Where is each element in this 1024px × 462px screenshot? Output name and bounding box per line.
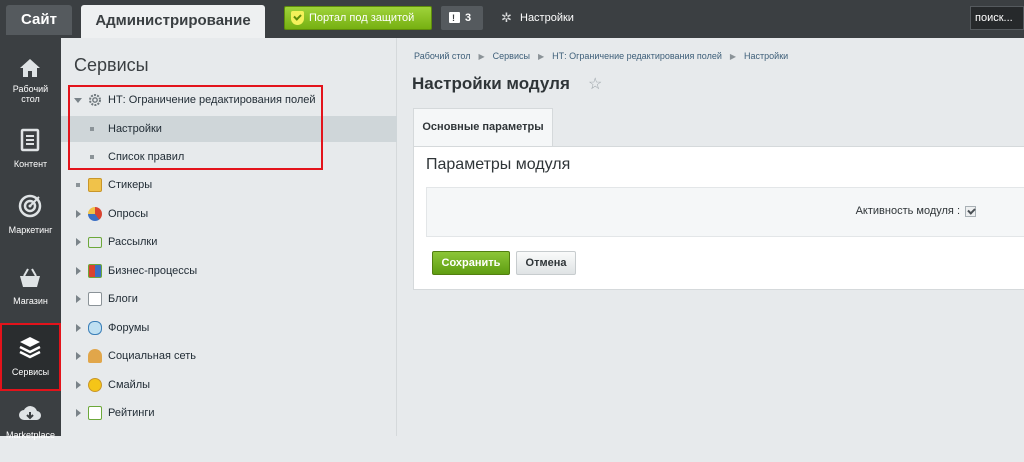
nav-marketing-label: Маркетинг (8, 225, 53, 235)
breadcrumb-separator-icon: ▶ (478, 52, 485, 61)
settings-link[interactable]: ✲ Настройки (500, 6, 574, 30)
nav-shop-label: Магазин (13, 296, 48, 306)
page-title: Настройки модуля (412, 74, 570, 93)
menu-item-label: Стикеры (108, 179, 153, 191)
chevron-right-icon[interactable] (76, 267, 81, 275)
bullet-icon (76, 183, 80, 187)
menu-item-label: Форумы (108, 322, 150, 334)
breadcrumb-item[interactable]: Настройки (744, 51, 788, 61)
tab-administration[interactable]: Администрирование (81, 5, 265, 38)
nav-shop[interactable]: Магазин (0, 256, 61, 322)
menu-item-label: Опросы (108, 208, 149, 220)
menu-item-social-network[interactable]: Социальная сеть (61, 343, 397, 369)
menu-item-mailings[interactable]: Рассылки (61, 229, 397, 255)
menu-item-polls[interactable]: Опросы (61, 201, 397, 227)
smiley-icon (88, 378, 102, 392)
breadcrumb-item[interactable]: Сервисы (493, 51, 530, 61)
left-navigation: Рабочий стол Контент Маркетинг Магазин С… (0, 38, 61, 440)
nav-marketplace[interactable]: Marketplace (0, 396, 61, 462)
nav-content[interactable]: Контент (0, 116, 61, 182)
chevron-right-icon[interactable] (76, 352, 81, 360)
gear-icon: ✲ (501, 10, 512, 25)
breadcrumb-item[interactable]: Рабочий стол (414, 51, 471, 61)
chevron-right-icon[interactable] (76, 324, 81, 332)
breadcrumb-item[interactable]: НТ: Ограничение редактирования полей (552, 51, 722, 61)
settings-panel: Параметры модуля Активность модуля : Сох… (413, 146, 1024, 290)
notifications-button[interactable]: 3 (441, 6, 483, 30)
nav-marketing[interactable]: Маркетинг (0, 186, 61, 252)
chevron-right-icon[interactable] (76, 295, 81, 303)
envelope-icon (88, 237, 102, 248)
menu-item-label: Блоги (108, 293, 138, 305)
tab-site[interactable]: Сайт (6, 5, 72, 35)
menu-item-forums[interactable]: Форумы (61, 315, 397, 341)
notification-icon (449, 6, 460, 30)
main-content: Рабочий стол ▶ Сервисы ▶ НТ: Ограничение ред… (398, 38, 1024, 436)
star-icon[interactable]: ☆ (588, 74, 602, 94)
nav-services[interactable]: Сервисы (0, 323, 61, 391)
menu-item-label: Социальная сеть (108, 350, 196, 362)
top-bar: Сайт Администрирование Портал под защито… (0, 0, 1024, 38)
param-label: Активность модуля : (855, 205, 960, 217)
menu-item-label: Рейтинги (108, 407, 155, 419)
nav-services-label: Сервисы (11, 367, 50, 377)
nav-desktop-label-1: Рабочий (12, 84, 49, 94)
menu-item-blogs[interactable]: Блоги (61, 286, 397, 312)
chevron-right-icon[interactable] (76, 210, 81, 218)
menu-item-label: Бизнес-процессы (108, 265, 198, 277)
module-active-checkbox[interactable] (965, 206, 976, 217)
notifications-count: 3 (465, 12, 472, 24)
menu-item-label: Смайлы (108, 379, 151, 391)
basket-icon (20, 268, 40, 287)
pencil-icon (88, 292, 102, 306)
breadcrumb-separator-icon: ▶ (537, 52, 545, 61)
settings-label: Настройки (520, 12, 574, 24)
menu-item-smileys[interactable]: Смайлы (61, 372, 397, 398)
menu-item-label: Рассылки (108, 236, 158, 248)
people-icon (88, 349, 102, 363)
rating-plus-icon (88, 406, 102, 420)
cloud-icon (19, 406, 42, 421)
nav-desktop[interactable]: Рабочий стол (0, 46, 61, 112)
tab-main-parameters[interactable]: Основные параметры (413, 108, 553, 146)
nav-content-label: Контент (13, 159, 48, 169)
highlight-frame (68, 85, 323, 170)
chevron-right-icon[interactable] (76, 381, 81, 389)
nav-marketplace-label: Marketplace (5, 430, 56, 440)
shield-icon (291, 11, 304, 25)
chevron-right-icon[interactable] (76, 409, 81, 417)
portal-protection-label: Портал под защитой (309, 12, 415, 24)
pie-chart-icon (88, 207, 102, 221)
target-icon (18, 194, 42, 218)
chevron-right-icon[interactable] (76, 238, 81, 246)
param-row-activity: Активность модуля : (426, 187, 1024, 237)
menu-item-ratings[interactable]: Рейтинги (61, 400, 397, 426)
menu-item-stickers[interactable]: Стикеры (61, 172, 397, 198)
breadcrumb-separator-icon: ▶ (729, 52, 737, 61)
panel-title: Параметры модуля (426, 156, 571, 173)
home-icon (20, 59, 40, 77)
save-button[interactable]: Сохранить (432, 251, 510, 275)
layers-icon (19, 337, 41, 359)
breadcrumb: Рабочий стол ▶ Сервисы ▶ НТ: Ограничение ред… (414, 51, 788, 61)
cancel-button[interactable]: Отмена (516, 251, 576, 275)
menu-item-business-processes[interactable]: Бизнес-процессы (61, 258, 397, 284)
search-input[interactable]: поиск... (970, 6, 1024, 30)
process-icon (88, 264, 102, 278)
sticker-icon (88, 178, 102, 192)
chat-bubble-icon (88, 321, 102, 335)
document-icon (20, 128, 40, 152)
menu-title: Сервисы (74, 55, 149, 75)
nav-desktop-label-2: стол (21, 94, 40, 104)
portal-protection-button[interactable]: Портал под защитой (284, 6, 432, 30)
